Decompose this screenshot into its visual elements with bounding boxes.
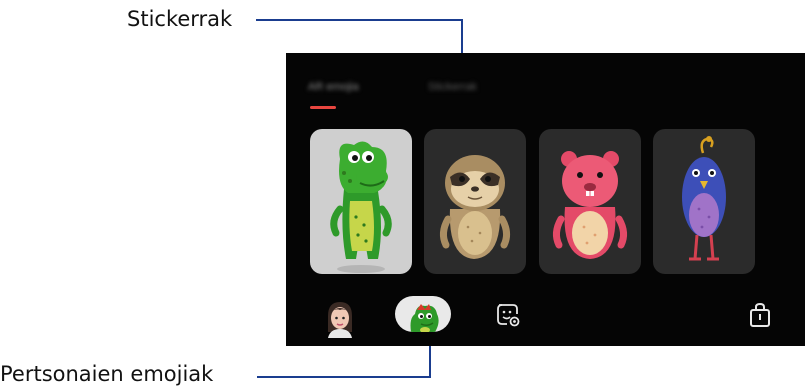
- callout-character-emojis: Pertsonaien emojiak: [0, 362, 214, 386]
- dinosaur-icon: [330, 141, 392, 273]
- store-button[interactable]: [746, 301, 774, 329]
- blue-bird-icon: [682, 136, 726, 261]
- ar-emoji-screen: AR emojia Stickerrak: [286, 53, 805, 346]
- callout-emojis-line-h: [257, 376, 431, 378]
- avatar-button[interactable]: [320, 298, 360, 338]
- pink-bear-icon: [552, 151, 628, 259]
- tab-stickers[interactable]: Stickerrak: [428, 81, 477, 93]
- sticker-settings-icon: [497, 304, 520, 327]
- callout-stickers: Stickerrak: [127, 7, 233, 31]
- character-card-blue-bird[interactable]: [653, 129, 755, 274]
- character-card-dinosaur[interactable]: [310, 129, 412, 274]
- sticker-settings-button[interactable]: [495, 302, 521, 328]
- character-card-pink-bear[interactable]: [539, 129, 641, 274]
- character-emoji-button[interactable]: [395, 296, 451, 332]
- callout-stickers-line-h: [256, 19, 463, 21]
- bottom-toolbar: [286, 289, 805, 346]
- store-icon: [750, 302, 770, 327]
- character-card-sloth[interactable]: [424, 129, 526, 274]
- sloth-icon: [439, 155, 511, 259]
- active-tab-indicator: [310, 106, 336, 109]
- character-emoji-icon: [410, 304, 439, 332]
- tab-ar-emoji[interactable]: AR emojia: [308, 81, 359, 93]
- avatar-icon: [328, 302, 352, 338]
